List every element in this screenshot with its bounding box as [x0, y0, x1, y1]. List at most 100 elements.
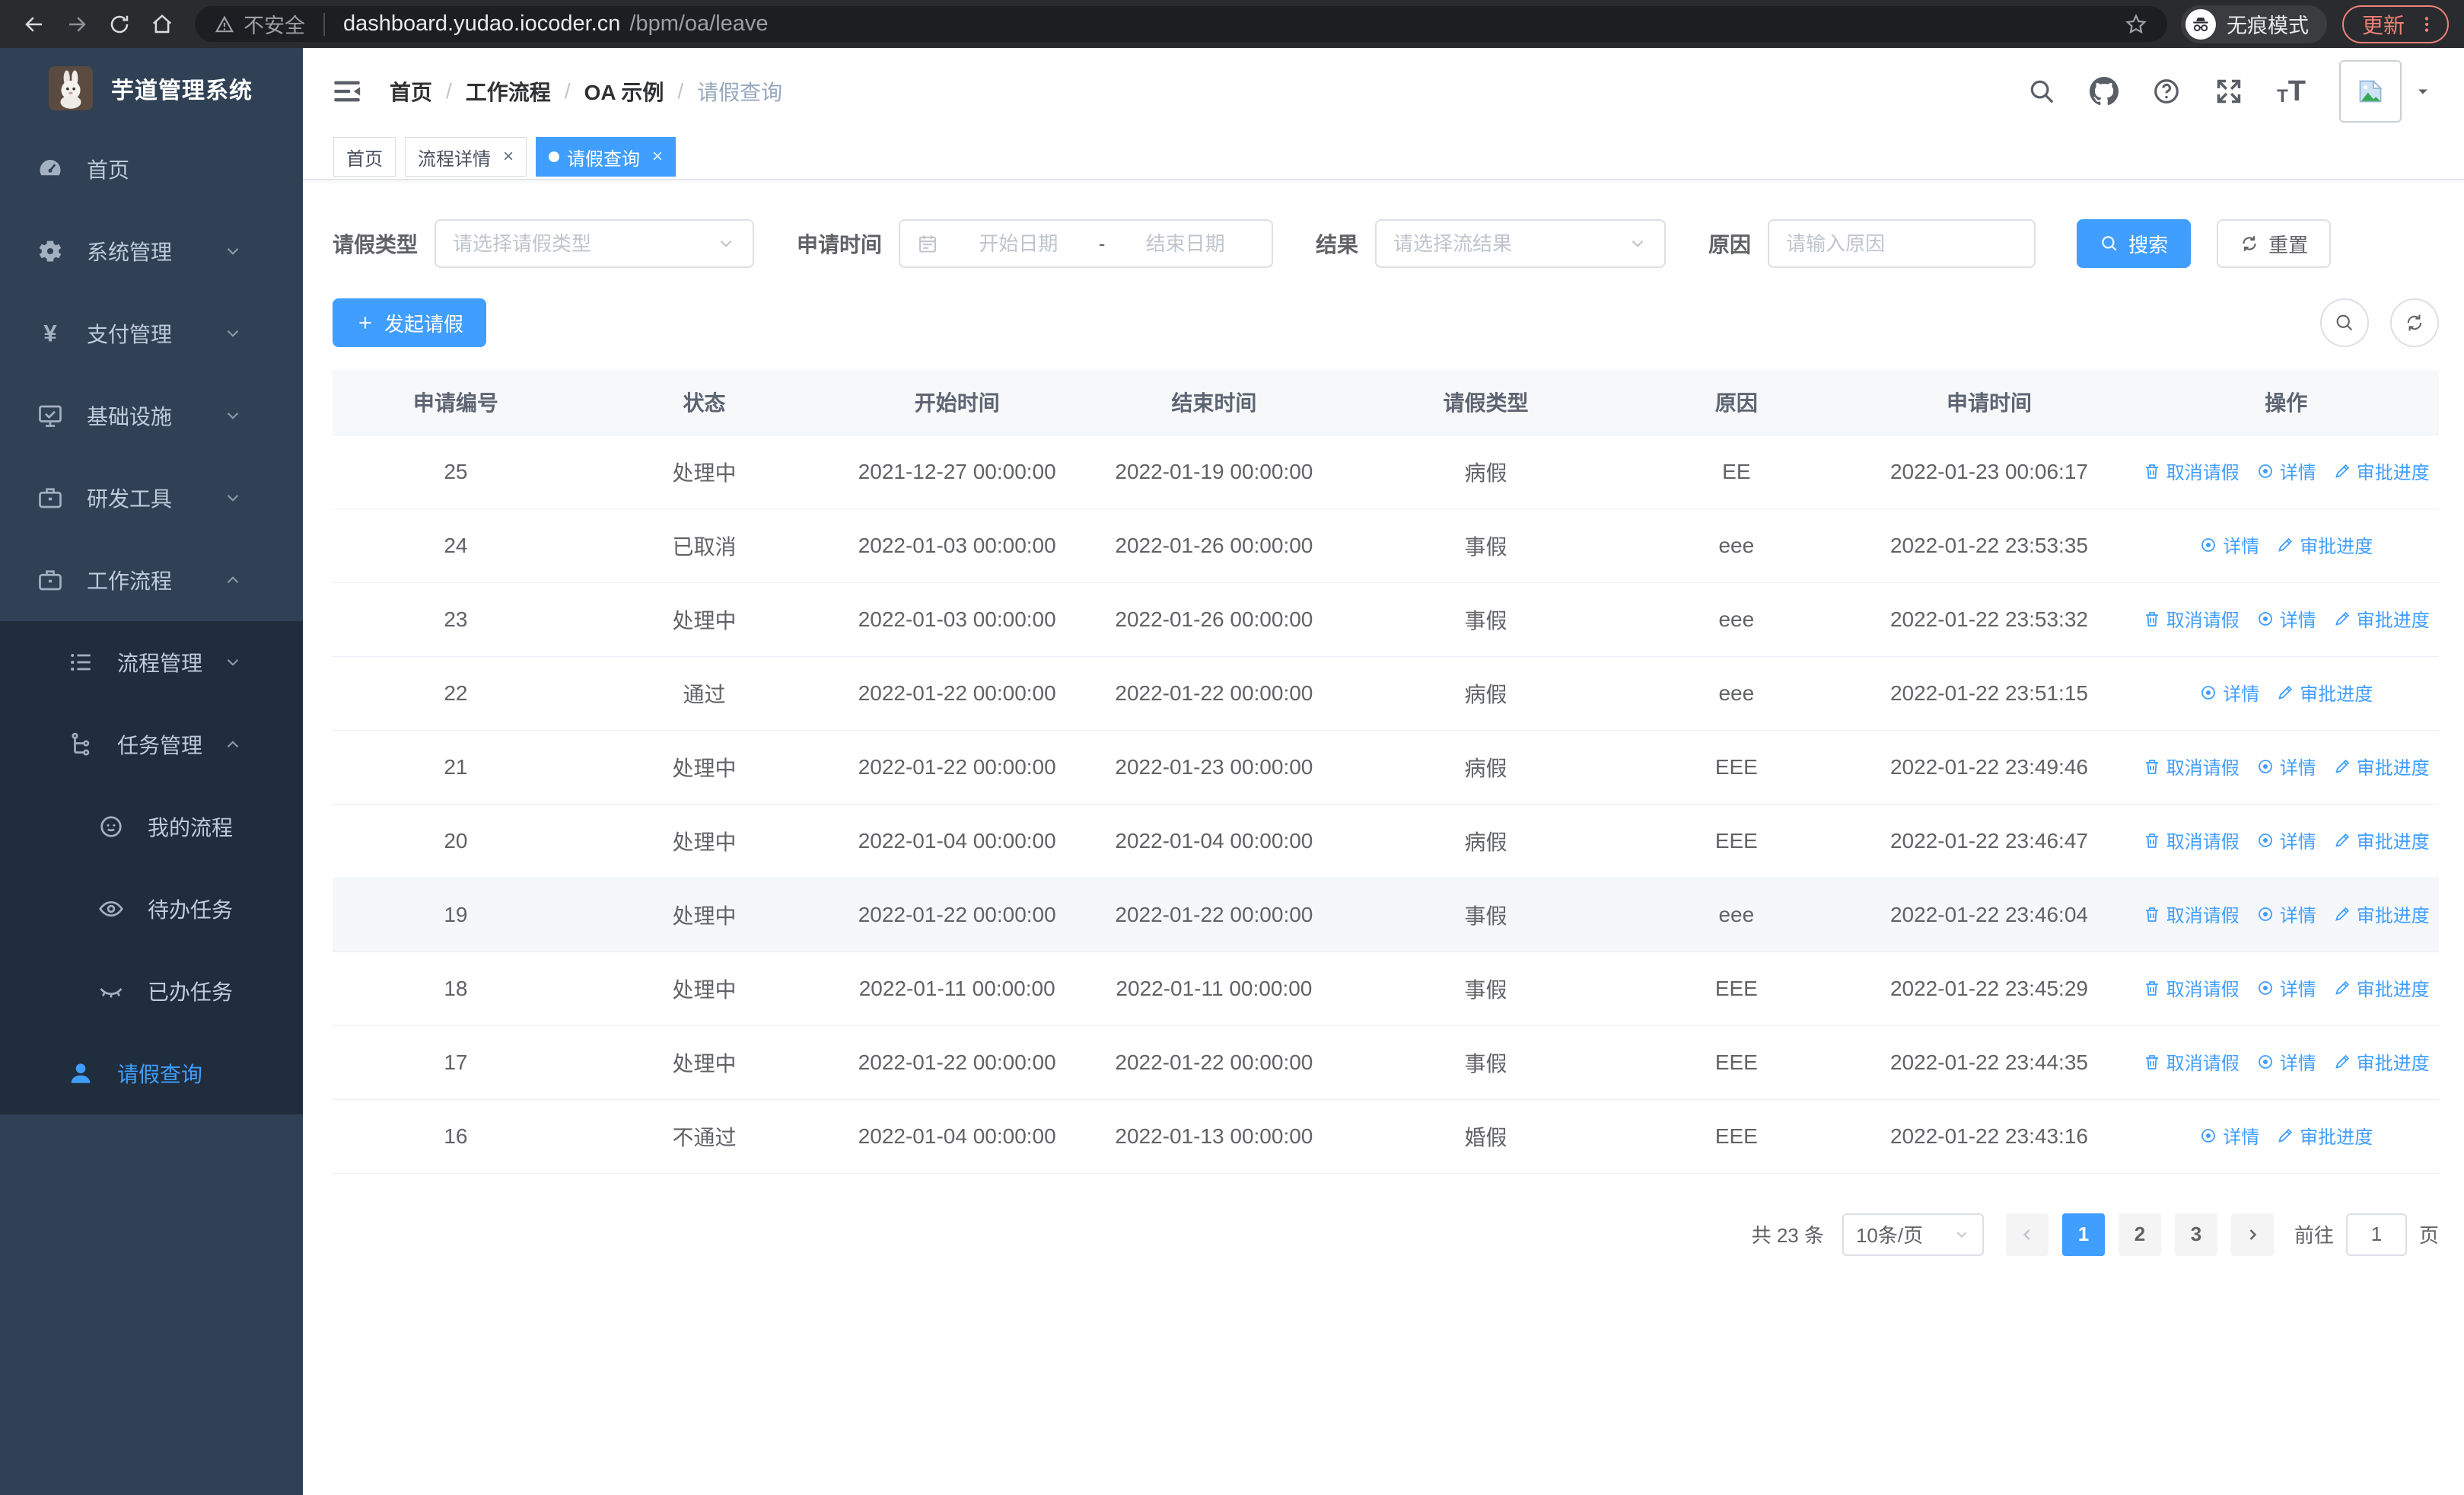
sidebar-item-10[interactable]: 已办任务: [0, 950, 303, 1032]
tag-close-icon[interactable]: ×: [652, 146, 663, 167]
start-date-input[interactable]: [949, 231, 1088, 256]
browser-forward-button[interactable]: [58, 5, 96, 43]
browser-home-button[interactable]: [143, 5, 181, 43]
page-button-1[interactable]: 1: [2061, 1213, 2105, 1256]
sidebar-item-1[interactable]: 系统管理: [0, 210, 303, 292]
sidebar-item-8[interactable]: 我的流程: [0, 786, 303, 868]
next-page-button[interactable]: [2230, 1213, 2274, 1256]
cancel-leave-action[interactable]: 取消请假: [2143, 457, 2240, 484]
detail-action[interactable]: 详情: [2199, 679, 2259, 706]
user-avatar[interactable]: [2339, 60, 2432, 123]
cell-reason: EEE: [1628, 1025, 1845, 1100]
sidebar-item-4[interactable]: 研发工具: [0, 457, 303, 539]
browser-reload-button[interactable]: [100, 5, 138, 43]
tags-view-bar: 首页 流程详情 × 请假查询 ×: [303, 135, 2464, 180]
breadcrumb-home[interactable]: 首页: [390, 76, 432, 107]
detail-action[interactable]: 详情: [2256, 457, 2316, 484]
app-logo[interactable]: 芋道管理系统: [0, 48, 303, 128]
cancel-leave-action-label: 取消请假: [2166, 1054, 2240, 1075]
leave-type-select-input[interactable]: [453, 231, 711, 256]
reason-input[interactable]: [1786, 231, 2018, 256]
refresh-table-button[interactable]: [2390, 298, 2439, 347]
sidebar-item-9[interactable]: 待办任务: [0, 868, 303, 950]
detail-action[interactable]: 详情: [2256, 827, 2316, 853]
reset-button[interactable]: 重置: [2217, 219, 2332, 268]
fullscreen-icon[interactable]: [2214, 77, 2243, 106]
cancel-leave-action[interactable]: 取消请假: [2143, 901, 2240, 927]
browser-back-button[interactable]: [15, 5, 53, 43]
progress-action[interactable]: 审批进度: [2333, 974, 2430, 1001]
progress-action[interactable]: 审批进度: [2276, 531, 2373, 558]
detail-action[interactable]: 详情: [2256, 974, 2316, 1001]
apply-time-range-picker[interactable]: -: [899, 219, 1274, 268]
page-size-select[interactable]: 10条/页: [1842, 1213, 1984, 1256]
progress-action[interactable]: 审批进度: [2276, 679, 2373, 706]
sidebar-item-5[interactable]: 工作流程: [0, 539, 303, 621]
page-button-2[interactable]: 2: [2118, 1213, 2161, 1256]
cancel-leave-action[interactable]: 取消请假: [2143, 974, 2240, 1001]
progress-action[interactable]: 审批进度: [2333, 753, 2430, 779]
sidebar-item-3[interactable]: 基础设施: [0, 375, 303, 457]
search-icon[interactable]: [2027, 77, 2056, 106]
goto-page-input[interactable]: [2345, 1213, 2407, 1256]
sidebar-item-2[interactable]: ¥ 支付管理: [0, 292, 303, 375]
column-header: 请假类型: [1343, 370, 1628, 435]
progress-action[interactable]: 审批进度: [2333, 827, 2430, 853]
reason-input-box[interactable]: [1768, 219, 2036, 268]
github-icon[interactable]: [2090, 77, 2119, 106]
cell-apply_time: 2022-01-22 23:45:29: [1845, 952, 2134, 1026]
detail-action[interactable]: 详情: [2199, 531, 2259, 558]
cell-type: 事假: [1343, 878, 1628, 952]
page-button-3[interactable]: 3: [2174, 1213, 2217, 1256]
progress-action[interactable]: 审批进度: [2333, 901, 2430, 927]
sidebar-item-11[interactable]: 请假查询: [0, 1032, 303, 1114]
cancel-leave-action[interactable]: 取消请假: [2143, 1048, 2240, 1075]
sidebar-collapse-icon[interactable]: [332, 76, 362, 107]
detail-action[interactable]: 详情: [2256, 901, 2316, 927]
leave-type-select[interactable]: [435, 219, 755, 268]
result-select-input[interactable]: [1393, 231, 1622, 256]
security-label[interactable]: 不安全: [244, 9, 305, 39]
breadcrumb-workflow[interactable]: 工作流程: [466, 76, 551, 107]
cancel-leave-action[interactable]: 取消请假: [2143, 605, 2240, 632]
detail-action[interactable]: 详情: [2256, 1048, 2316, 1075]
cancel-leave-action-label: 取消请假: [2166, 610, 2240, 632]
tag-0[interactable]: 首页: [333, 137, 396, 177]
progress-action[interactable]: 审批进度: [2333, 1048, 2430, 1075]
trash-icon: [2143, 979, 2161, 997]
detail-action[interactable]: 详情: [2256, 753, 2316, 779]
edit-icon: [2333, 610, 2351, 628]
end-date-input[interactable]: [1116, 231, 1256, 256]
create-leave-button[interactable]: 发起请假: [333, 298, 487, 347]
cell-apply_time: 2022-01-22 23:46:04: [1845, 878, 2134, 952]
breadcrumb-oa[interactable]: OA 示例: [584, 76, 664, 107]
sidebar-item-6[interactable]: 流程管理: [0, 621, 303, 703]
main-area: 首页 / 工作流程 / OA 示例 / 请假查询 TT 首页 流程详情 × 请假查询 ×…: [303, 48, 2464, 1495]
detail-action[interactable]: 详情: [2199, 1122, 2259, 1149]
sidebar-item-7[interactable]: 任务管理: [0, 703, 303, 786]
search-button[interactable]: 搜索: [2077, 219, 2192, 268]
cell-reason: eee: [1628, 582, 1845, 657]
address-bar[interactable]: 不安全 dashboard.yudao.iocoder.cn/bpm/oa/le…: [195, 6, 2167, 42]
browser-update-button[interactable]: 更新: [2341, 5, 2449, 43]
detail-action[interactable]: 详情: [2256, 605, 2316, 632]
tag-1[interactable]: 流程详情 ×: [405, 137, 527, 177]
tag-2[interactable]: 请假查询 ×: [536, 137, 676, 177]
progress-action[interactable]: 审批进度: [2333, 605, 2430, 632]
cancel-leave-action[interactable]: 取消请假: [2143, 827, 2240, 853]
prev-page-button[interactable]: [2005, 1213, 2049, 1256]
result-select[interactable]: [1375, 219, 1667, 268]
cancel-leave-action[interactable]: 取消请假: [2143, 753, 2240, 779]
help-icon[interactable]: [2152, 77, 2181, 106]
progress-action[interactable]: 审批进度: [2276, 1122, 2373, 1149]
tag-close-icon[interactable]: ×: [503, 146, 514, 167]
browser-menu-dots-icon[interactable]: [2417, 14, 2437, 34]
progress-action[interactable]: 审批进度: [2333, 457, 2430, 484]
hide-search-button[interactable]: [2320, 298, 2369, 347]
bookmark-star-icon[interactable]: [2125, 13, 2147, 36]
date-range-separator: -: [1098, 231, 1106, 255]
sidebar-item-0[interactable]: 首页: [0, 128, 303, 210]
cell-actions: 取消请假 详情 审批进度: [2133, 582, 2439, 657]
view-icon: [2256, 831, 2275, 850]
font-size-icon[interactable]: TT: [2277, 77, 2306, 106]
